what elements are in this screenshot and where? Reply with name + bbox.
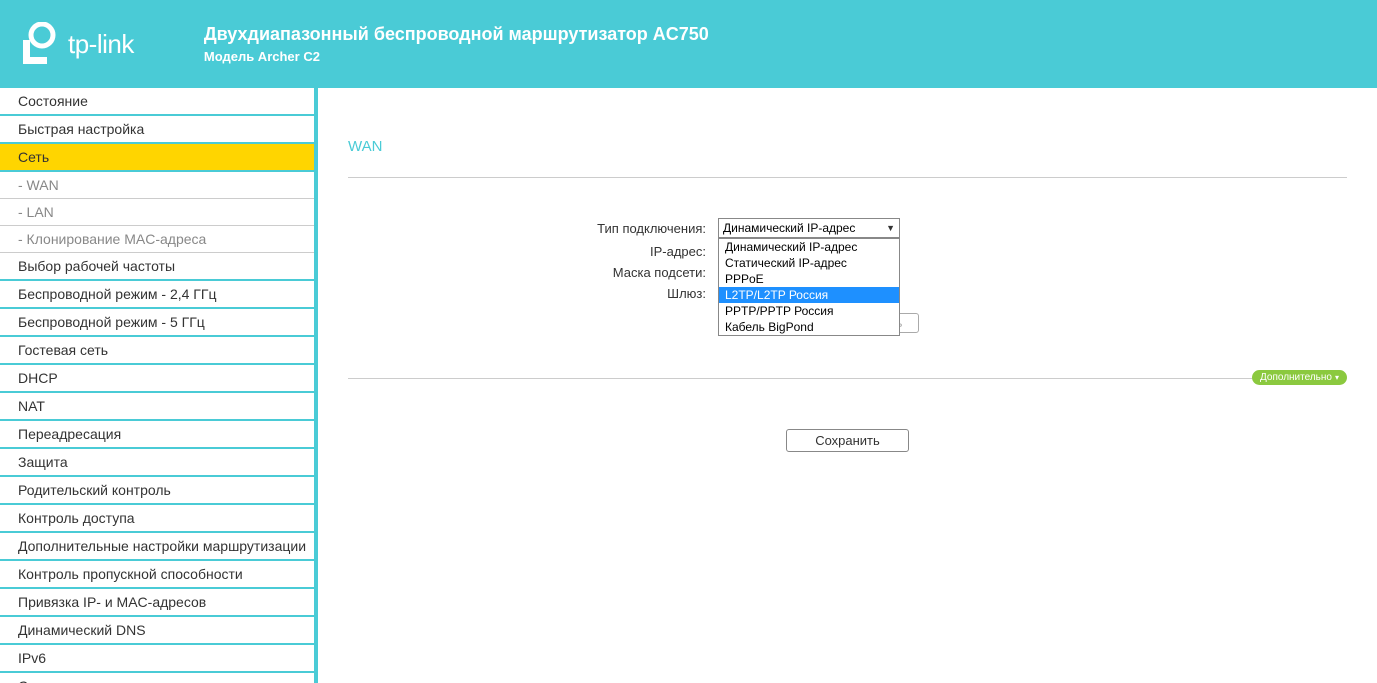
sidebar-item[interactable]: Родительский контроль xyxy=(0,477,314,505)
chevron-down-icon: ▼ xyxy=(886,223,895,233)
dropdown-option[interactable]: PPTP/PPTP Россия xyxy=(719,303,899,319)
sidebar-item[interactable]: Контроль пропускной способности xyxy=(0,561,314,589)
sidebar-item[interactable]: Дополнительные настройки маршрутизации xyxy=(0,533,314,561)
sidebar-item[interactable]: Привязка IP- и MAC-адресов xyxy=(0,589,314,617)
header: tp-link Двухдиапазонный беспроводной мар… xyxy=(0,0,1377,88)
divider: Дополнительно ▾ xyxy=(348,378,1347,379)
brand-text: tp-link xyxy=(68,29,134,60)
sidebar-item[interactable]: Защита xyxy=(0,449,314,477)
connection-type-label: Тип подключения: xyxy=(348,221,718,236)
advanced-toggle[interactable]: Дополнительно ▾ xyxy=(1252,370,1347,385)
sidebar-item[interactable]: Системные инструменты xyxy=(0,673,314,683)
sidebar-subitem[interactable]: - WAN xyxy=(0,172,314,199)
sidebar-subitem[interactable]: - Клонирование MAC-адреса xyxy=(0,226,314,253)
ip-address-label: IP-адрес: xyxy=(348,244,718,259)
page-title: Двухдиапазонный беспроводной маршрутизат… xyxy=(204,24,709,45)
model-text: Модель Archer C2 xyxy=(204,49,709,64)
content-title: WAN xyxy=(348,138,1347,178)
chevron-down-icon: ▾ xyxy=(1335,373,1339,382)
sidebar-item[interactable]: Беспроводной режим - 2,4 ГГц xyxy=(0,281,314,309)
select-value: Динамический IP-адрес xyxy=(723,221,855,235)
dropdown-option[interactable]: Статический IP-адрес xyxy=(719,255,899,271)
dropdown-option[interactable]: Кабель BigPond xyxy=(719,319,899,335)
sidebar-item[interactable]: DHCP xyxy=(0,365,314,393)
advanced-label: Дополнительно xyxy=(1260,372,1332,383)
header-titles: Двухдиапазонный беспроводной маршрутизат… xyxy=(204,24,709,64)
connection-type-select[interactable]: Динамический IP-адрес ▼ xyxy=(718,218,900,238)
save-row: Сохранить xyxy=(348,429,1347,452)
sidebar-subitem[interactable]: - LAN xyxy=(0,199,314,226)
dropdown-option[interactable]: PPPoE xyxy=(719,271,899,287)
sidebar-item[interactable]: Выбор рабочей частоты xyxy=(0,253,314,281)
connection-type-dropdown: Динамический IP-адресСтатический IP-адре… xyxy=(718,238,900,336)
sidebar-item[interactable]: Сеть xyxy=(0,144,314,172)
sidebar-item[interactable]: Переадресация xyxy=(0,421,314,449)
sidebar: СостояниеБыстрая настройкаСеть- WAN- LAN… xyxy=(0,88,318,683)
sidebar-item[interactable]: Динамический DNS xyxy=(0,617,314,645)
dropdown-option[interactable]: L2TP/L2TP Россия xyxy=(719,287,899,303)
logo: tp-link xyxy=(20,22,134,67)
sidebar-item[interactable]: NAT xyxy=(0,393,314,421)
save-button[interactable]: Сохранить xyxy=(786,429,909,452)
gateway-label: Шлюз: xyxy=(348,286,718,301)
sidebar-item[interactable]: IPv6 xyxy=(0,645,314,673)
connection-type-row: Тип подключения: Динамический IP-адрес ▼… xyxy=(348,218,1347,238)
sidebar-item[interactable]: Быстрая настройка xyxy=(0,116,314,144)
sidebar-item[interactable]: Состояние xyxy=(0,88,314,116)
subnet-mask-label: Маска подсети: xyxy=(348,265,718,280)
dropdown-option[interactable]: Динамический IP-адрес xyxy=(719,239,899,255)
sidebar-item[interactable]: Гостевая сеть xyxy=(0,337,314,365)
tp-link-logo-icon xyxy=(20,22,60,67)
sidebar-item[interactable]: Контроль доступа xyxy=(0,505,314,533)
content-area: WAN Тип подключения: Динамический IP-адр… xyxy=(318,88,1377,683)
sidebar-item[interactable]: Беспроводной режим - 5 ГГц xyxy=(0,309,314,337)
